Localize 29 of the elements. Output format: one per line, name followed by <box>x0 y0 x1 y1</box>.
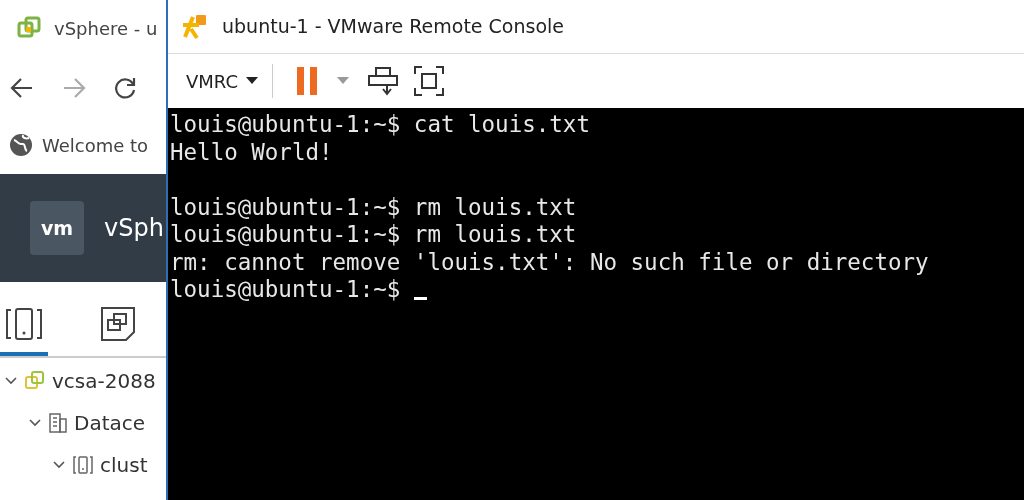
reload-icon[interactable] <box>112 75 138 101</box>
vmrc-menu-button[interactable]: VMRC <box>186 67 259 95</box>
globe-icon <box>8 132 34 158</box>
tree-item[interactable]: clust <box>100 450 148 480</box>
browser-tab-title[interactable]: vSphere - u <box>54 14 158 42</box>
send-keys-icon[interactable] <box>367 66 400 96</box>
terminal-line: Hello World! <box>170 138 333 166</box>
tree-item[interactable]: vcsa-2088 <box>52 366 156 396</box>
terminal[interactable]: louis@ubuntu-1:~$ cat louis.txt Hello World! louis@ubuntu-1:~$ rm louis.txt louis@ubuntu-1:~$ rm louis.txt rm: cannot remove 'louis.txt': No such file or directory louis@ubuntu-1:~$ <box>168 108 1024 500</box>
vm-logo: vm <box>30 201 84 255</box>
app-title: vSph <box>104 213 164 244</box>
terminal-line: louis@ubuntu-1:~$ cat louis.txt <box>170 111 590 139</box>
hosts-icon <box>5 305 43 343</box>
terminal-line: louis@ubuntu-1:~$ rm louis.txt <box>170 193 577 221</box>
vcenter-icon <box>24 370 46 392</box>
terminal-line: louis@ubuntu-1:~$ <box>170 276 401 304</box>
caret-icon[interactable] <box>337 77 350 85</box>
fullscreen-icon[interactable] <box>413 65 446 97</box>
pause-icon[interactable] <box>295 66 320 96</box>
cluster-icon <box>72 454 94 476</box>
tree-item[interactable]: Datace <box>74 408 146 438</box>
window-title: ubuntu-1 - VMware Remote Console <box>222 14 565 40</box>
terminal-line: louis@ubuntu-1:~$ rm louis.txt <box>170 221 577 249</box>
building-icon <box>48 412 68 434</box>
terminal-line: rm: cannot remove 'louis.txt': No such file or directory <box>170 248 929 276</box>
caret-icon <box>246 77 259 85</box>
page-title: Welcome to <box>42 133 149 158</box>
vms-icon <box>99 305 137 343</box>
vsphere-icon <box>16 15 42 41</box>
